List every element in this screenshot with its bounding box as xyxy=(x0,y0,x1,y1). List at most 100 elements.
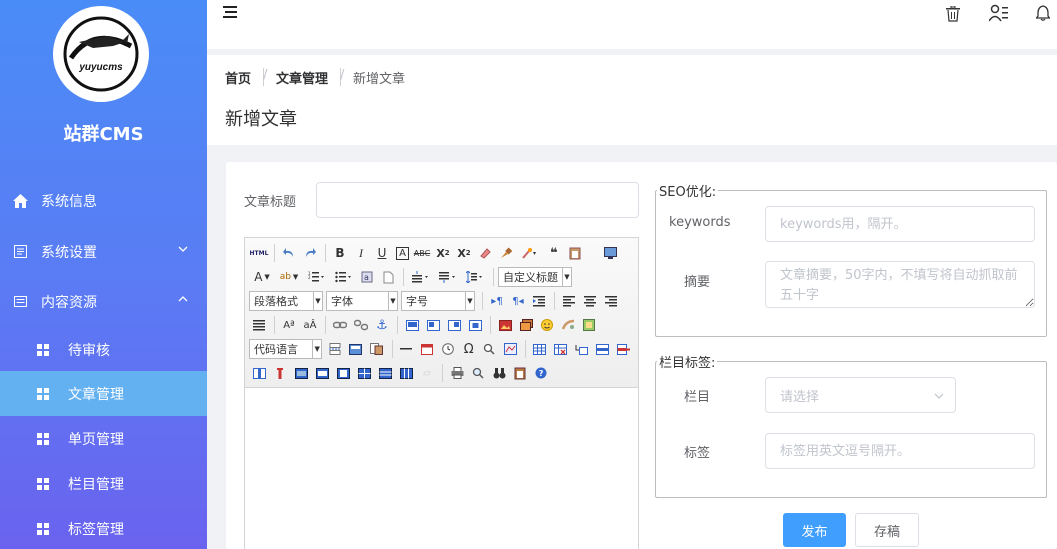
align-right-icon[interactable] xyxy=(601,291,621,311)
delete-row-icon[interactable] xyxy=(613,339,633,359)
help-icon[interactable]: ? xyxy=(531,363,551,383)
preview-search-icon[interactable] xyxy=(468,363,488,383)
trash-icon[interactable] xyxy=(946,5,960,26)
font-color-icon[interactable]: A ▼ xyxy=(249,267,275,287)
paste-word-icon[interactable]: a xyxy=(357,267,377,287)
anchor-icon[interactable]: ⚓ xyxy=(372,315,392,335)
column-select[interactable]: 请选择 xyxy=(765,377,956,413)
search-binoculars-icon[interactable] xyxy=(489,363,509,383)
page-break-icon[interactable] xyxy=(325,339,345,359)
row-spacing-bottom-icon[interactable] xyxy=(435,267,461,287)
merge-right-icon[interactable] xyxy=(312,363,332,383)
paste-plain-icon[interactable] xyxy=(565,243,585,263)
ordered-list-icon[interactable]: 12 xyxy=(303,267,329,287)
bell-icon[interactable] xyxy=(1035,5,1051,25)
merge-down-icon[interactable] xyxy=(333,363,353,383)
blockquote-icon[interactable]: ❝ xyxy=(544,243,564,263)
paragraph-format-select[interactable]: 段落格式 ▼ xyxy=(249,291,323,311)
split-cells-icon[interactable] xyxy=(354,363,374,383)
sidebar-item-tags[interactable]: 标签管理 xyxy=(0,506,207,549)
publish-button[interactable]: 发布 xyxy=(783,513,846,547)
html-source-icon[interactable]: HTML xyxy=(249,243,269,263)
horizontal-rule-icon[interactable] xyxy=(397,339,417,359)
date-icon[interactable] xyxy=(417,339,437,359)
ltr-icon[interactable]: ▸¶ xyxy=(487,291,507,311)
split-cols-icon[interactable] xyxy=(396,363,416,383)
preview-icon[interactable] xyxy=(600,243,620,263)
sidebar-item-pages[interactable]: 单页管理 xyxy=(0,416,207,461)
line-height-icon[interactable] xyxy=(462,267,488,287)
save-draft-button[interactable]: 存稿 xyxy=(855,513,919,547)
summary-textarea[interactable] xyxy=(765,261,1035,308)
multi-image-icon[interactable] xyxy=(516,315,536,335)
image-none-icon[interactable] xyxy=(402,315,422,335)
breadcrumb-parent[interactable]: 文章管理 xyxy=(276,68,328,87)
highlight-color-icon[interactable]: ab ▼ xyxy=(276,267,302,287)
insert-row-icon[interactable] xyxy=(592,339,612,359)
clear-doc-icon[interactable] xyxy=(378,267,398,287)
unordered-list-icon[interactable] xyxy=(330,267,356,287)
insert-video-icon[interactable] xyxy=(579,315,599,335)
special-char-icon[interactable]: Ω xyxy=(459,339,479,359)
user-list-icon[interactable] xyxy=(988,4,1009,26)
format-brush-icon[interactable] xyxy=(496,243,516,263)
print-icon[interactable] xyxy=(447,363,467,383)
map-icon[interactable] xyxy=(500,339,520,359)
sidebar-item-pending[interactable]: 待审核 xyxy=(0,327,207,372)
insert-table-icon[interactable] xyxy=(530,339,550,359)
align-left-icon[interactable] xyxy=(559,291,579,311)
attachment-icon[interactable]: ▱ xyxy=(417,363,437,383)
uppercase-icon[interactable]: Aª xyxy=(279,315,299,335)
indent-icon[interactable] xyxy=(529,291,549,311)
scrawl-icon[interactable] xyxy=(558,315,578,335)
keywords-input[interactable] xyxy=(765,206,1035,242)
strikethrough-icon[interactable]: ABC xyxy=(412,243,432,263)
breadcrumb-home[interactable]: 首页 xyxy=(225,68,251,87)
template-icon[interactable] xyxy=(367,339,387,359)
border-text-icon[interactable]: A xyxy=(396,246,409,260)
sidebar-item-system-settings[interactable]: 系统设置 xyxy=(0,229,207,274)
paste-icon[interactable] xyxy=(510,363,530,383)
underline-icon[interactable]: U xyxy=(372,243,392,263)
code-language-select[interactable]: 代码语言 ▼ xyxy=(249,339,323,359)
sidebar-item-articles[interactable]: 文章管理 xyxy=(0,371,207,416)
sidebar-item-content[interactable]: 内容资源 xyxy=(0,279,207,324)
eraser-icon[interactable] xyxy=(475,243,495,263)
font-family-select[interactable]: 字体 ▼ xyxy=(326,291,398,311)
tags-input[interactable] xyxy=(765,433,1035,469)
background-icon[interactable] xyxy=(346,339,366,359)
italic-icon[interactable]: I xyxy=(351,243,371,263)
rtl-icon[interactable]: ¶◂ xyxy=(508,291,528,311)
insert-image-icon[interactable] xyxy=(495,315,515,335)
auto-format-icon[interactable] xyxy=(517,243,543,263)
insert-col-icon[interactable] xyxy=(249,363,269,383)
search-replace-icon[interactable] xyxy=(480,339,500,359)
subscript-icon[interactable]: X2 xyxy=(454,243,474,263)
emotion-icon[interactable] xyxy=(537,315,557,335)
image-right-icon[interactable] xyxy=(444,315,464,335)
merge-cells-icon[interactable] xyxy=(291,363,311,383)
editor-content-area[interactable] xyxy=(245,388,638,548)
time-icon[interactable] xyxy=(438,339,458,359)
delete-col-icon[interactable] xyxy=(270,363,290,383)
align-center-icon[interactable] xyxy=(580,291,600,311)
title-input[interactable] xyxy=(316,182,639,218)
link-icon[interactable] xyxy=(330,315,350,335)
unlink-icon[interactable] xyxy=(351,315,371,335)
brand-logo[interactable]: yuyucms xyxy=(53,6,149,102)
split-rows-icon[interactable] xyxy=(375,363,395,383)
undo-icon[interactable] xyxy=(279,243,299,263)
superscript-icon[interactable]: X2 xyxy=(433,243,453,263)
bold-icon[interactable]: B xyxy=(330,243,350,263)
redo-icon[interactable] xyxy=(300,243,320,263)
custom-title-select[interactable]: 自定义标题 ▼ xyxy=(498,267,572,287)
row-spacing-top-icon[interactable] xyxy=(408,267,434,287)
image-left-icon[interactable] xyxy=(423,315,443,335)
menu-toggle-icon[interactable] xyxy=(223,6,238,23)
sidebar-item-columns[interactable]: 栏目管理 xyxy=(0,461,207,506)
lowercase-icon[interactable]: aÂ xyxy=(300,315,320,335)
insert-paragraph-before-table-icon[interactable] xyxy=(572,339,592,359)
sidebar-item-system-info[interactable]: 系统信息 xyxy=(0,178,207,223)
font-size-select[interactable]: 字号 ▼ xyxy=(401,291,475,311)
delete-table-icon[interactable] xyxy=(551,339,571,359)
